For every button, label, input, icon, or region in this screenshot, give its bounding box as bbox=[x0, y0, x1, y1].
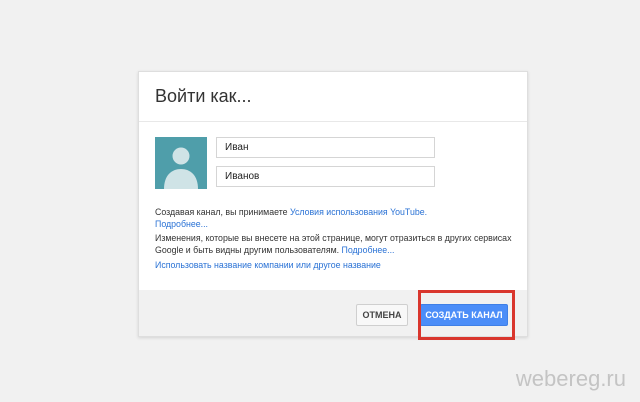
dialog-title: Войти как... bbox=[155, 86, 252, 106]
notice-text: Изменения, которые вы внесете на этой ст… bbox=[155, 233, 512, 255]
first-name-input[interactable] bbox=[216, 137, 435, 158]
user-silhouette-icon bbox=[164, 147, 198, 189]
watermark: webereg.ru bbox=[515, 366, 626, 391]
notice-more-link[interactable]: Подробнее... bbox=[342, 245, 395, 255]
create-channel-button[interactable]: СОЗДАТЬ КАНАЛ bbox=[420, 304, 508, 326]
dialog-header: Войти как... bbox=[139, 72, 527, 122]
cancel-button[interactable]: ОТМЕНА bbox=[356, 304, 408, 326]
youtube-terms-link[interactable]: Условия использования YouTube. bbox=[290, 207, 427, 217]
use-business-name-link[interactable]: Использовать название компании или друго… bbox=[155, 260, 381, 270]
avatar bbox=[155, 137, 207, 189]
dialog-footer: ОТМЕНА СОЗДАТЬ КАНАЛ bbox=[139, 290, 527, 336]
terms-paragraph: Создавая канал, вы принимаете Условия ис… bbox=[155, 206, 515, 230]
last-name-input[interactable] bbox=[216, 166, 435, 187]
terms-more-link[interactable]: Подробнее... bbox=[155, 219, 208, 229]
notice-paragraph: Изменения, которые вы внесете на этой ст… bbox=[155, 232, 515, 256]
alt-name-row: Использовать название компании или друго… bbox=[155, 259, 515, 271]
terms-text: Создавая канал, вы принимаете bbox=[155, 207, 290, 217]
create-channel-dialog: Войти как... Создавая канал, вы принимае… bbox=[138, 71, 528, 337]
dialog-body: Создавая канал, вы принимаете Условия ис… bbox=[139, 122, 527, 290]
page: Войти как... Создавая канал, вы принимае… bbox=[0, 0, 640, 402]
